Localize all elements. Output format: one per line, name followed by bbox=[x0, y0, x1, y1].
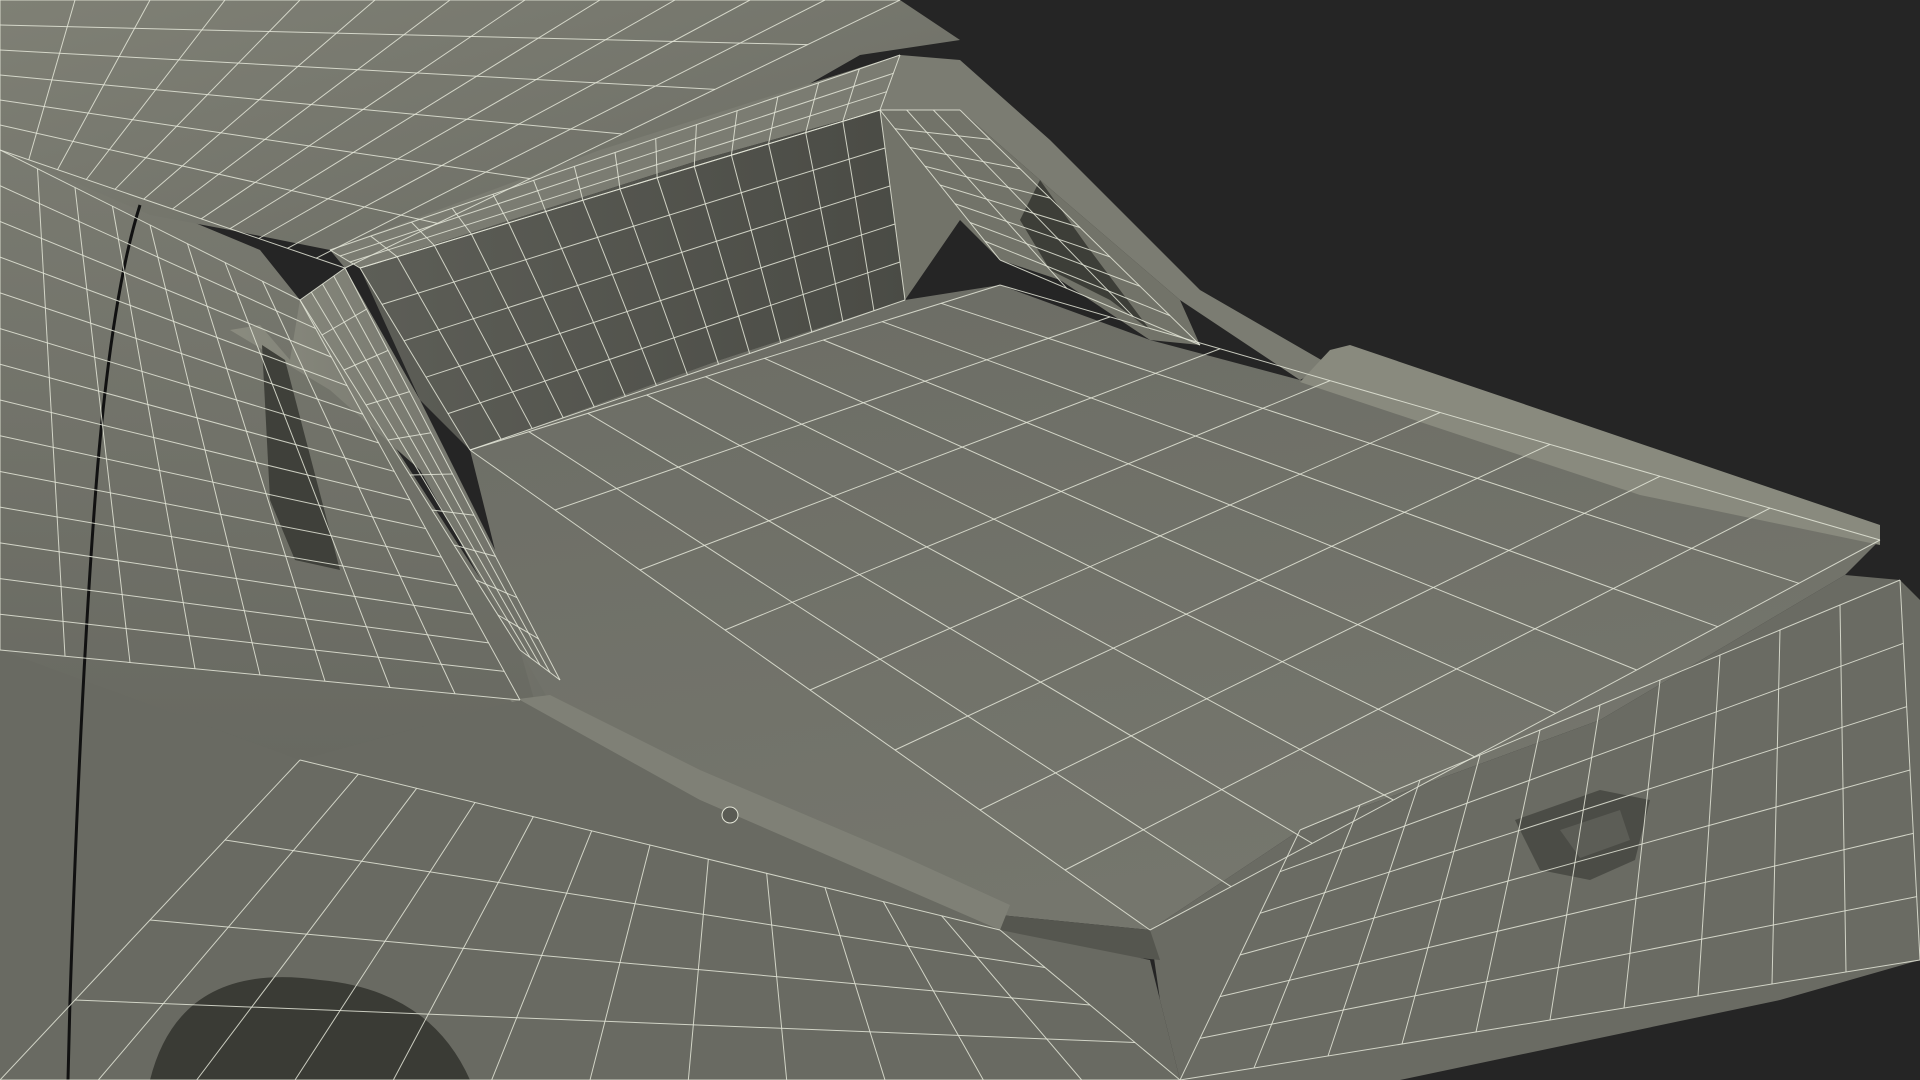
fuel-lid-marker bbox=[721, 806, 739, 824]
truck-wireframe-render bbox=[0, 0, 1920, 1080]
3d-viewport bbox=[0, 0, 1920, 1080]
